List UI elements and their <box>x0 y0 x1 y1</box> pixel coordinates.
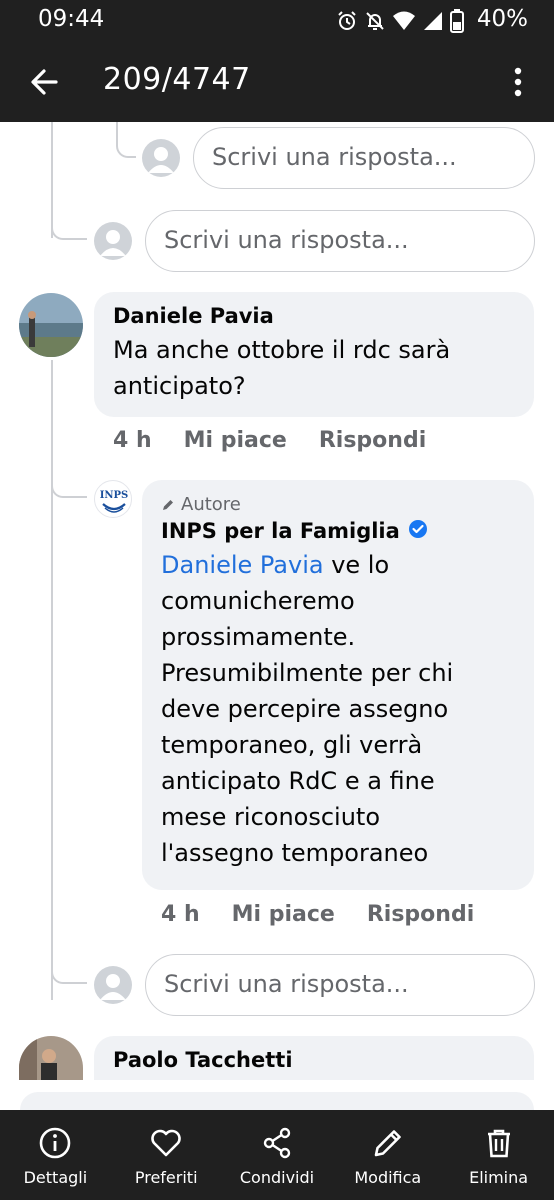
delete-label: Elimina <box>469 1168 529 1187</box>
author-badge: Autore <box>161 494 515 515</box>
status-bar: 09:44 40% <box>0 0 554 40</box>
comment-bubble: Paolo Tacchetti <box>94 1036 534 1080</box>
thread-elbow <box>51 940 87 984</box>
comment-bubble: Daniele Pavia Ma anche ottobre il rdc sa… <box>94 292 534 417</box>
thread-elbow <box>51 200 87 240</box>
share-label: Condividi <box>239 1168 315 1187</box>
author-tag-label: Autore <box>181 494 241 515</box>
more-vertical-icon <box>514 67 522 97</box>
edit-label: Modifica <box>354 1168 422 1187</box>
avatar-daniele-pavia[interactable] <box>19 293 83 357</box>
bottom-toolbar: Dettagli Preferiti Condividi Modifica El… <box>0 1110 554 1200</box>
reply-input[interactable]: Scrivi una risposta... <box>145 954 535 1016</box>
battery-percent: 40% <box>476 6 528 32</box>
arrow-left-icon <box>31 69 58 95</box>
status-icons <box>336 9 464 33</box>
heart-icon <box>151 1129 181 1157</box>
verified-badge-icon <box>408 519 428 543</box>
inps-logo-text: INPS <box>100 490 129 501</box>
back-button[interactable] <box>26 62 66 102</box>
details-label: Dettagli <box>23 1168 88 1187</box>
comment-bubble-partial <box>20 1092 534 1110</box>
edit-button[interactable]: Modifica <box>332 1110 443 1200</box>
pencil-icon <box>374 1130 401 1157</box>
mention-link[interactable]: Daniele Pavia <box>161 551 324 579</box>
favorites-button[interactable]: Preferiti <box>111 1110 222 1200</box>
mute-icon <box>364 10 386 32</box>
trash-icon <box>487 1129 510 1158</box>
thread-elbow-nested <box>116 122 136 158</box>
pencil-small-icon <box>163 499 173 510</box>
wifi-icon <box>392 10 416 32</box>
delete-button[interactable]: Elimina <box>443 1110 554 1200</box>
like-button[interactable]: Mi piace <box>232 902 335 927</box>
reply-input[interactable]: Scrivi una risposta... <box>145 210 535 272</box>
avatar-inps[interactable]: INPS <box>94 480 132 518</box>
reply-button[interactable]: Rispondi <box>367 902 474 927</box>
thread-elbow-reply <box>51 470 87 498</box>
signal-icon <box>422 10 444 32</box>
app-bar: 209/4747 <box>0 40 554 122</box>
comment-text: Ma anche ottobre il rdc sarà anticipato? <box>113 336 451 400</box>
comment-time: 4 h <box>113 428 152 453</box>
share-icon <box>263 1127 291 1159</box>
avatar-placeholder <box>94 966 132 1004</box>
status-time: 09:44 <box>38 6 105 32</box>
info-icon <box>40 1127 71 1159</box>
reply-input[interactable]: Scrivi una risposta... <box>193 127 535 189</box>
more-options-button[interactable] <box>504 62 532 102</box>
reply-bubble: Autore INPS per la Famiglia Daniele Pavi… <box>142 480 534 890</box>
comment-meta: 4 h Mi piace Rispondi <box>113 428 426 453</box>
share-button[interactable]: Condividi <box>222 1110 333 1200</box>
avatar-placeholder <box>94 222 132 260</box>
avatar-placeholder <box>142 139 180 177</box>
comment-author[interactable]: Paolo Tacchetti <box>113 1048 515 1072</box>
alarm-icon <box>336 10 358 32</box>
comment-author[interactable]: Daniele Pavia <box>113 304 515 328</box>
reply-time: 4 h <box>161 902 200 927</box>
details-button[interactable]: Dettagli <box>0 1110 111 1200</box>
battery-icon <box>450 9 464 33</box>
like-button[interactable]: Mi piace <box>184 428 287 453</box>
reply-author[interactable]: INPS per la Famiglia <box>161 519 400 543</box>
reply-button[interactable]: Rispondi <box>319 428 426 453</box>
reply-text: Daniele Pavia ve lo comunicheremo prossi… <box>161 551 454 867</box>
page-counter-title: 209/4747 <box>103 62 251 97</box>
favorites-label: Preferiti <box>134 1168 198 1187</box>
thread-line-comment <box>51 360 53 1000</box>
avatar-paolo-tacchetti[interactable] <box>19 1036 83 1080</box>
reply-meta: 4 h Mi piace Rispondi <box>161 902 474 927</box>
